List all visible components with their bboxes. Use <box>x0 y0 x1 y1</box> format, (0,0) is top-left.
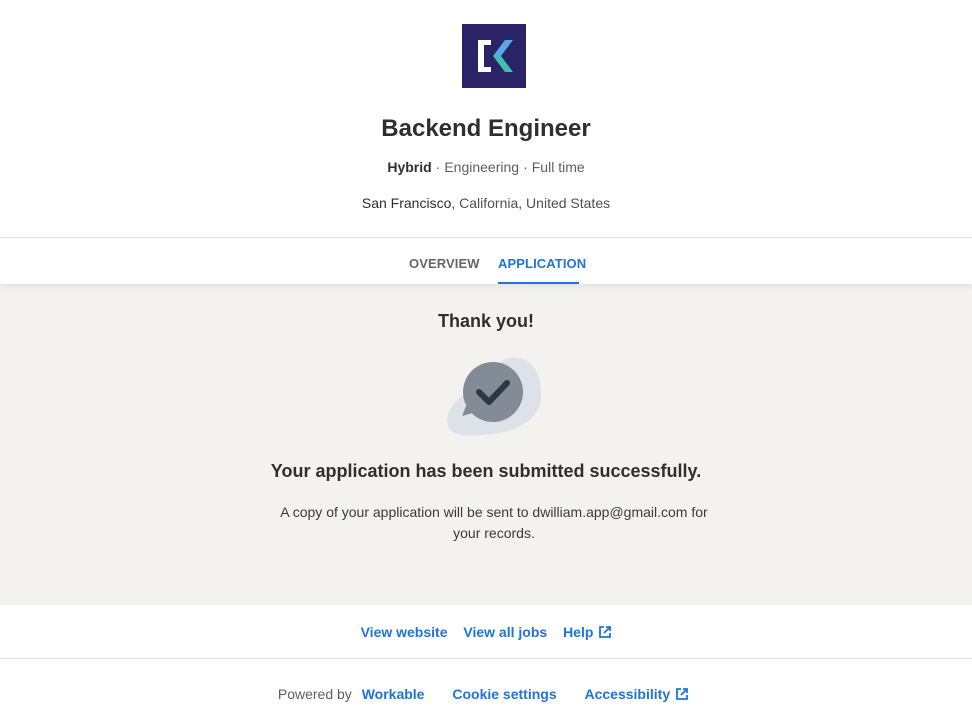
powered-by-text: Powered by <box>277 686 352 702</box>
accessibility-link[interactable]: Accessibility <box>585 686 689 702</box>
success-message: Your application has been submitted succ… <box>270 461 702 481</box>
confirmation-panel: Thank you! Your application has been sub… <box>0 284 972 605</box>
cookie-settings-link[interactable]: Cookie settings <box>452 686 556 702</box>
job-meta: Hybrid · Engineering · Full time <box>0 159 972 175</box>
job-location: San Francisco, California, United States <box>0 195 972 211</box>
page-footer: Powered by Workable Cookie settings Acce… <box>0 659 972 727</box>
help-link[interactable]: Help <box>563 624 612 640</box>
accessibility-link-label: Accessibility <box>584 686 671 702</box>
external-link-icon <box>676 688 689 700</box>
help-link-label: Help <box>563 624 594 640</box>
location-rest: , California, United States <box>451 195 611 211</box>
job-tabs: OVERVIEW APPLICATION <box>0 237 972 284</box>
job-header: Backend Engineer Hybrid · Engineering · Full… <box>0 0 972 237</box>
location-city: San Francisco <box>361 195 452 211</box>
meta-separator: · <box>435 159 441 175</box>
thank-you-heading: Thank you! <box>437 311 534 331</box>
external-link-icon <box>599 626 612 638</box>
chat-check-icon <box>447 357 542 436</box>
view-website-link[interactable]: View website <box>361 624 448 640</box>
job-title: Backend Engineer <box>381 115 591 142</box>
employment-type: Full time <box>531 159 585 175</box>
illustration-wrap <box>444 354 544 438</box>
department: Engineering <box>444 159 520 175</box>
tab-application[interactable]: APPLICATION <box>498 256 586 271</box>
tab-overview[interactable]: OVERVIEW <box>409 256 480 271</box>
workplace-type: Hybrid <box>387 159 432 175</box>
copy-note: A copy of your application will be sent … <box>280 504 708 541</box>
company-logo <box>462 24 526 88</box>
footer-links: View website View all jobs Help <box>0 605 972 659</box>
view-all-jobs-link[interactable]: View all jobs <box>463 624 547 640</box>
company-k-logo-icon <box>462 24 526 88</box>
meta-separator: · <box>523 159 528 175</box>
active-tab-indicator <box>498 282 579 284</box>
workable-link[interactable]: Workable <box>362 686 425 702</box>
